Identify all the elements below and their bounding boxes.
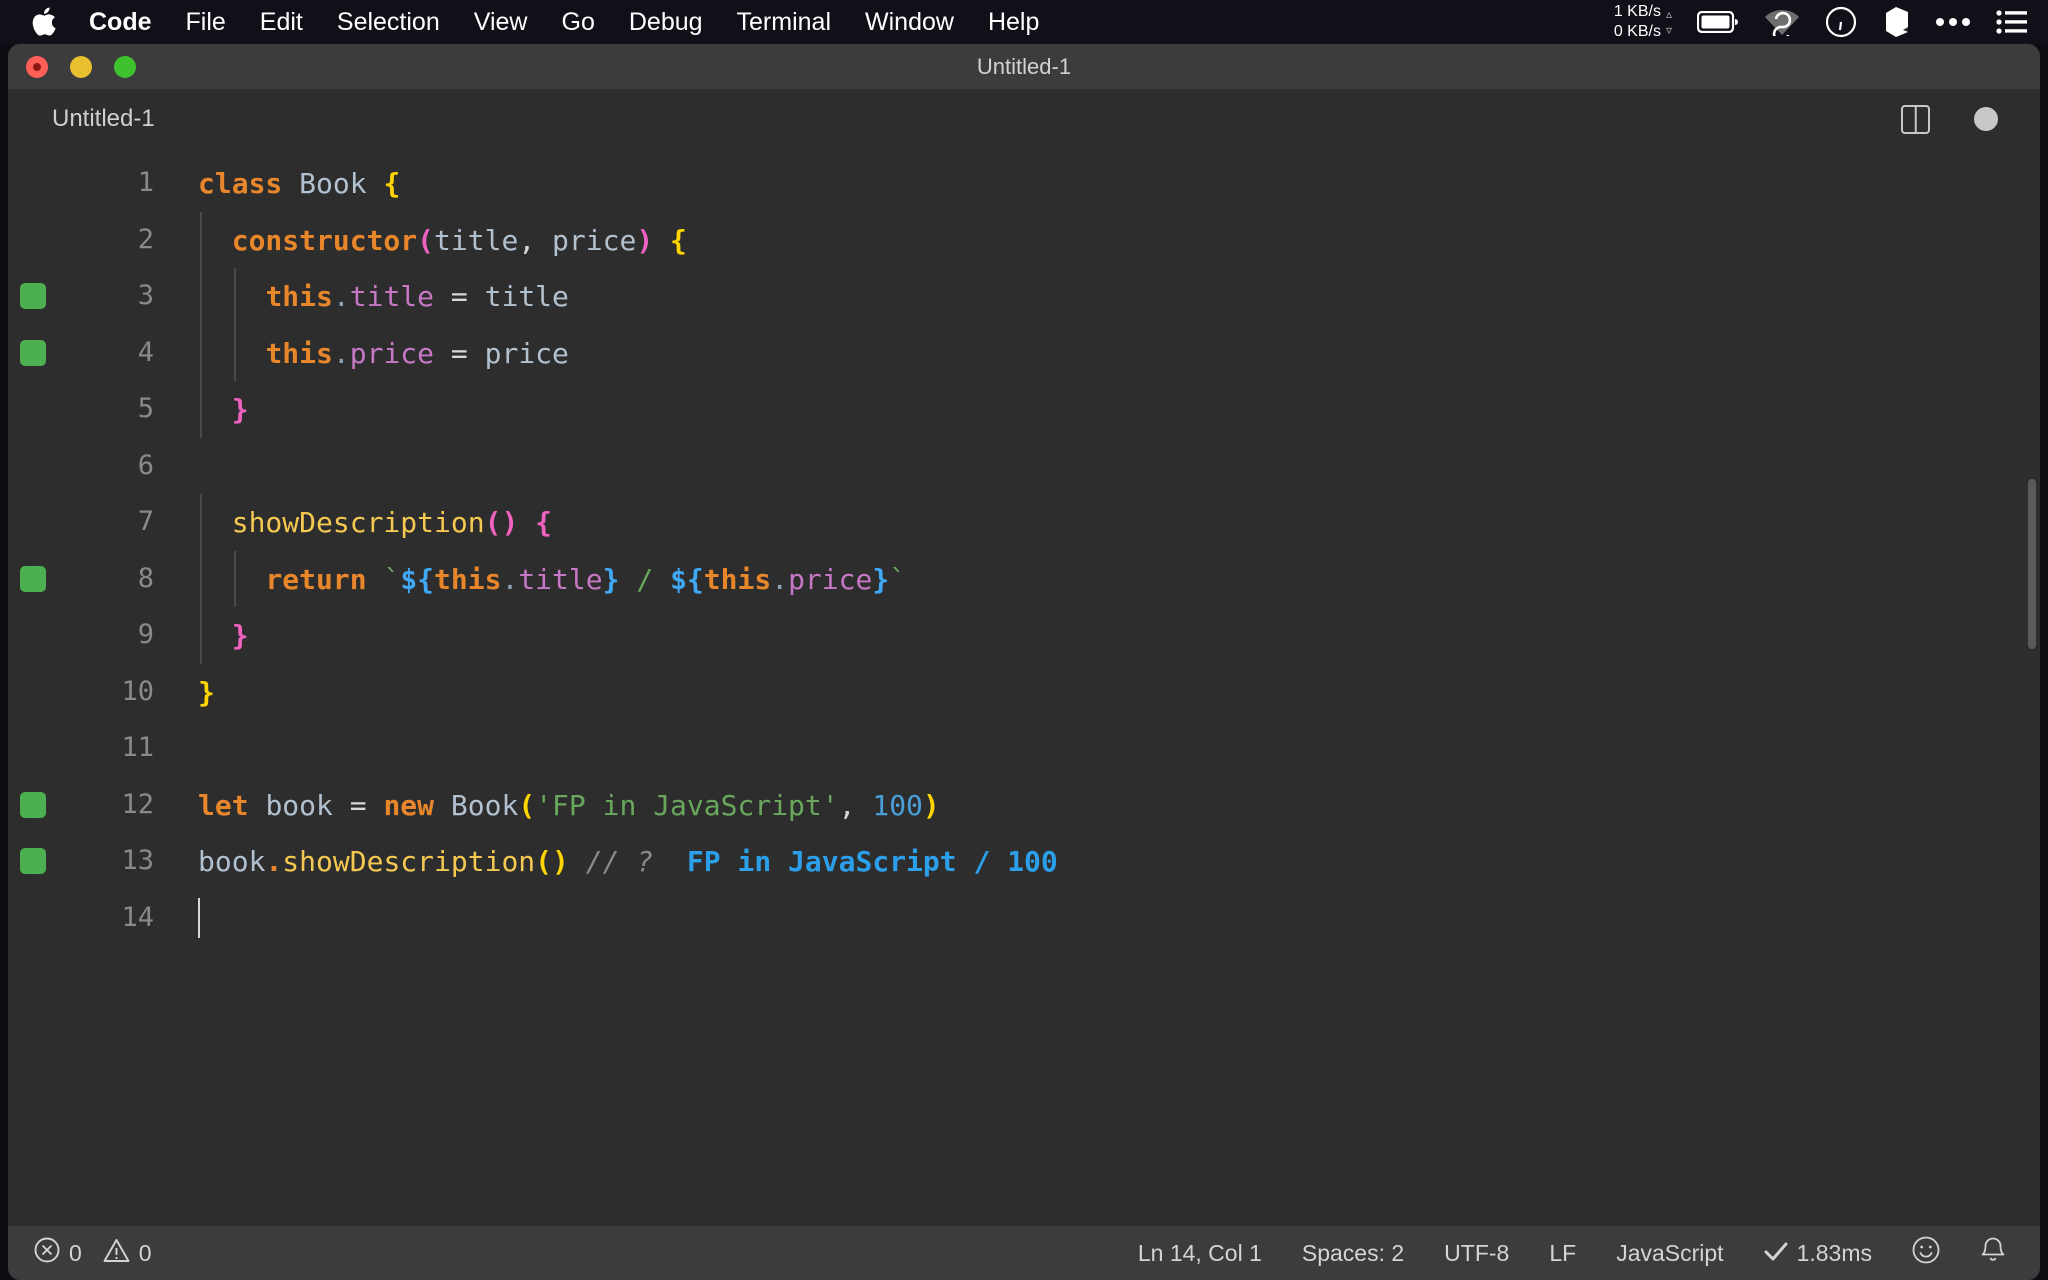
tab-bar-actions [1901,105,2040,134]
editor-gutter[interactable]: 1234567891011121314 [8,149,190,1226]
git-added-marker [20,848,46,874]
menu-item-view[interactable]: View [457,0,545,44]
status-bar: 0 0 Ln 14, Col 1 Spaces: 2 UTF-8 LF Java… [8,1226,2040,1280]
shape-icon[interactable] [1882,6,1910,38]
code-line[interactable] [190,732,215,765]
battery-icon[interactable] [1697,11,1739,33]
line-number: 3 [138,280,154,311]
code-line[interactable]: this.title = title [190,280,569,313]
split-editor-icon[interactable] [1901,105,1930,134]
status-bar-right: Ln 14, Col 1 Spaces: 2 UTF-8 LF JavaScri… [1138,1236,2040,1270]
code-line[interactable]: return `${this.title} / ${this.price}` [190,563,906,596]
menu-item-terminal[interactable]: Terminal [720,0,848,44]
menu-item-file[interactable]: File [169,0,243,44]
line-number: 6 [138,450,154,481]
status-bar-left: 0 0 [8,1237,152,1269]
line-number: 4 [138,337,154,368]
code-line[interactable]: book.showDescription() // ? FP in JavaSc… [190,845,1058,878]
network-speed-indicator[interactable]: 1 KB/s 0 KB/s ▵▿ [1614,2,1672,42]
macos-menu-bar: Code File Edit Selection View Go Debug T… [0,0,2048,44]
warning-triangle-icon [103,1238,130,1269]
git-added-marker [20,792,46,818]
line-number: 2 [138,224,154,255]
menu-bar-items: Code File Edit Selection View Go Debug T… [0,0,1056,44]
language-mode[interactable]: JavaScript [1616,1240,1723,1267]
line-number: 10 [121,676,154,707]
smiley-icon[interactable] [1912,1236,1940,1270]
network-download-speed: 0 KB/s [1614,22,1661,42]
git-added-marker [20,566,46,592]
unsaved-indicator-dot[interactable] [1974,107,1998,131]
checkmark-icon [1764,1240,1788,1267]
editor-tab-bar: Untitled-1 [8,89,2040,149]
cursor-position[interactable]: Ln 14, Col 1 [1138,1240,1262,1267]
menu-item-help[interactable]: Help [971,0,1056,44]
line-number: 7 [138,506,154,537]
network-arrows-icon: ▵▿ [1666,6,1672,38]
code-editor[interactable]: 1234567891011121314 class Book { constru… [8,149,2040,1226]
line-number: 1 [138,167,154,198]
error-count: 0 [69,1240,82,1267]
tab-label: Untitled-1 [52,105,155,133]
code-line[interactable]: } [190,676,215,709]
editor-window: Untitled-1 Untitled-1 123456789101112131… [8,44,2040,1280]
encoding-setting[interactable]: UTF-8 [1444,1240,1509,1267]
menu-item-code[interactable]: Code [72,0,169,44]
network-upload-speed: 1 KB/s [1614,2,1661,22]
code-line[interactable]: showDescription() { [190,506,552,539]
line-number: 12 [121,789,154,820]
code-line[interactable] [190,450,215,483]
code-line[interactable]: this.price = price [190,337,569,370]
menu-item-window[interactable]: Window [848,0,971,44]
code-line[interactable]: } [190,619,249,652]
code-line[interactable]: let book = new Book('FP in JavaScript', … [190,789,940,822]
timing-value: 1.83ms [1797,1240,1872,1267]
line-ending-setting[interactable]: LF [1549,1240,1576,1267]
line-number: 11 [121,732,154,763]
line-number: 9 [138,619,154,650]
apple-logo-icon[interactable] [22,0,66,44]
menu-item-go[interactable]: Go [545,0,612,44]
menu-item-debug[interactable]: Debug [612,0,720,44]
line-number: 8 [138,563,154,594]
code-line[interactable] [190,902,215,935]
line-number: 5 [138,393,154,424]
gauge-icon[interactable] [1825,6,1857,38]
list-icon[interactable] [1996,9,2028,35]
execution-timing[interactable]: 1.83ms [1764,1240,1872,1267]
editor-scrollbar-thumb[interactable] [2028,479,2036,649]
window-title: Untitled-1 [8,54,2040,80]
bell-icon[interactable] [1980,1236,2006,1270]
text-cursor [198,898,200,938]
line-number: 14 [121,902,154,933]
code-line[interactable]: } [190,393,249,426]
warning-count: 0 [139,1240,152,1267]
git-added-marker [20,283,46,309]
problems-status[interactable]: 0 0 [34,1237,152,1269]
indentation-setting[interactable]: Spaces: 2 [1302,1240,1404,1267]
ellipsis-icon[interactable] [1935,17,1971,27]
menu-bar-status-icons: 1 KB/s 0 KB/s ▵▿ [1614,0,2048,44]
menu-item-edit[interactable]: Edit [243,0,320,44]
menu-item-selection[interactable]: Selection [320,0,457,44]
error-circle-icon [34,1237,60,1269]
wifi-icon[interactable] [1764,8,1800,36]
code-line[interactable]: class Book { [190,167,400,200]
window-titlebar: Untitled-1 [8,44,2040,89]
tab-untitled-1[interactable]: Untitled-1 [8,89,185,149]
code-line[interactable]: constructor(title, price) { [190,224,687,257]
git-added-marker [20,340,46,366]
line-number: 13 [121,845,154,876]
editor-code-area[interactable]: class Book { constructor(title, price) {… [190,149,2040,1226]
